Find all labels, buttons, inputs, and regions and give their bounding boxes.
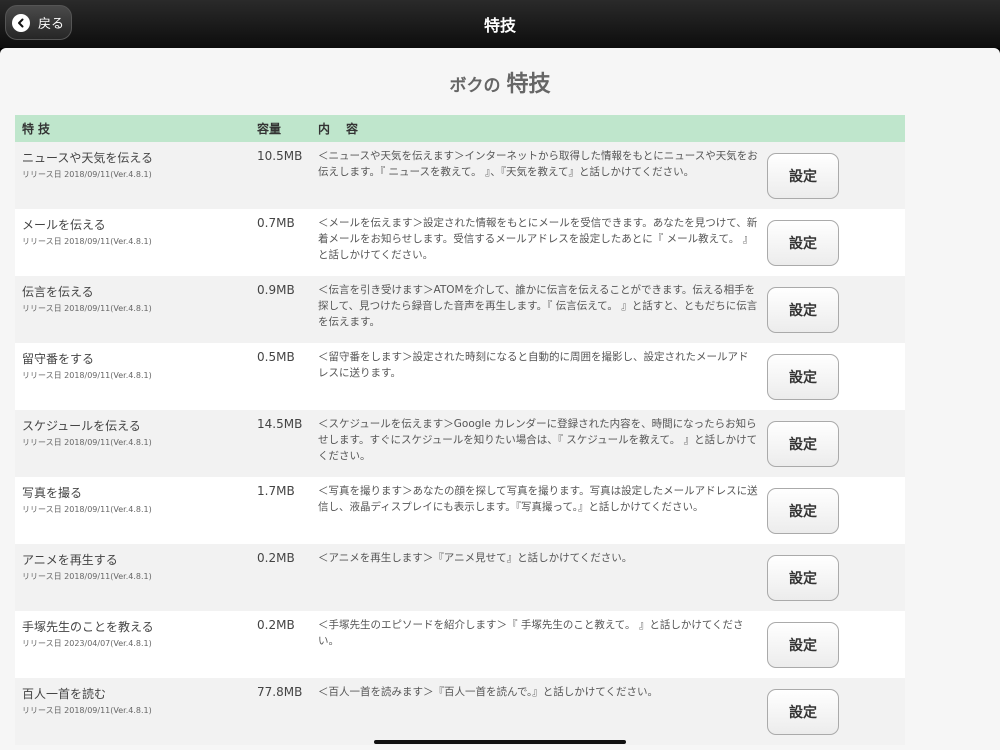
skill-size: 0.5MB xyxy=(257,350,295,364)
skill-description: ＜伝言を引き受けます＞ATOMを介して、誰かに伝言を伝えることができます。伝える… xyxy=(318,284,758,328)
table-header: 特技 容量 内 容 xyxy=(15,115,905,142)
skill-size: 0.2MB xyxy=(257,551,295,565)
skill-size: 77.8MB xyxy=(257,685,303,699)
table-row: ニュースや天気を伝える リリース日 2018/09/11(Ver.4.8.1) … xyxy=(15,142,905,209)
back-button[interactable]: 戻る xyxy=(5,5,72,40)
settings-button[interactable]: 設定 xyxy=(767,220,839,266)
page-title: ボクの 特技 xyxy=(0,66,1000,98)
release-date: リリース日 2018/09/11(Ver.4.8.1) xyxy=(22,572,152,581)
chevron-left-icon xyxy=(12,13,30,32)
settings-button[interactable]: 設定 xyxy=(767,287,839,333)
table-row: メールを伝える リリース日 2018/09/11(Ver.4.8.1) 0.7M… xyxy=(15,209,905,276)
skill-size: 1.7MB xyxy=(257,484,295,498)
skill-size: 10.5MB xyxy=(257,149,303,163)
back-button-label: 戻る xyxy=(38,17,65,32)
skill-description: ＜写真を撮ります＞あなたの顔を探して写真を撮ります。写真は設定したメールアドレス… xyxy=(318,485,758,513)
settings-button[interactable]: 設定 xyxy=(767,354,839,400)
skill-description: ＜百人一首を読みます＞『百人一首を読んで。』と話しかけてください。 xyxy=(318,686,658,698)
settings-button[interactable]: 設定 xyxy=(767,622,839,668)
release-date: リリース日 2018/09/11(Ver.4.8.1) xyxy=(22,371,152,380)
skill-name: アニメを再生する xyxy=(22,553,118,567)
release-date: リリース日 2018/09/11(Ver.4.8.1) xyxy=(22,170,152,179)
skill-size: 0.2MB xyxy=(257,618,295,632)
page-title-prefix: ボクの xyxy=(449,76,501,96)
release-date: リリース日 2018/09/11(Ver.4.8.1) xyxy=(22,304,152,313)
skill-description: ＜スケジュールを伝えます＞Google カレンダーに登録された内容を、時間になっ… xyxy=(318,418,758,462)
skill-name: ニュースや天気を伝える xyxy=(22,151,154,165)
skill-description: ＜留守番をします＞設定された時刻になると自動的に周囲を撮影し、設定されたメールア… xyxy=(318,351,749,379)
column-header-skill: 特技 xyxy=(22,122,55,136)
settings-button[interactable]: 設定 xyxy=(767,555,839,601)
table-row: 写真を撮る リリース日 2018/09/11(Ver.4.8.1) 1.7MB … xyxy=(15,477,905,544)
skill-size: 0.9MB xyxy=(257,283,295,297)
table-row: 百人一首を読む リリース日 2018/09/11(Ver.4.8.1) 77.8… xyxy=(15,678,905,745)
settings-button[interactable]: 設定 xyxy=(767,689,839,735)
table-row: アニメを再生する リリース日 2018/09/11(Ver.4.8.1) 0.2… xyxy=(15,544,905,611)
column-header-size: 容量 xyxy=(257,122,282,136)
table-row: 留守番をする リリース日 2018/09/11(Ver.4.8.1) 0.5MB… xyxy=(15,343,905,410)
skill-description: ＜アニメを再生します＞『アニメ見せて』と話しかけてください。 xyxy=(318,552,633,564)
table-row: スケジュールを伝える リリース日 2018/09/11(Ver.4.8.1) 1… xyxy=(15,410,905,477)
skill-name: 百人一首を読む xyxy=(22,687,107,701)
skill-name: 留守番をする xyxy=(22,352,95,366)
release-date: リリース日 2023/04/07(Ver.4.8.1) xyxy=(22,639,152,648)
content-panel: ボクの 特技 特技 容量 内 容 ニュースや天気を伝える リリース日 2018/0… xyxy=(0,48,1000,750)
home-indicator[interactable] xyxy=(374,740,626,744)
skill-name: メールを伝える xyxy=(22,218,106,232)
skill-description: ＜手塚先生のエピソードを紹介します＞『 手塚先生のこと教えて。 』と話しかけてく… xyxy=(318,619,744,647)
release-date: リリース日 2018/09/11(Ver.4.8.1) xyxy=(22,505,152,514)
nav-title: 特技 xyxy=(483,16,516,35)
settings-button[interactable]: 設定 xyxy=(767,421,839,467)
skill-size: 14.5MB xyxy=(257,417,303,431)
settings-button[interactable]: 設定 xyxy=(767,488,839,534)
table-row: 伝言を伝える リリース日 2018/09/11(Ver.4.8.1) 0.9MB… xyxy=(15,276,905,343)
column-header-content: 内 容 xyxy=(318,122,361,136)
page-title-main: 特技 xyxy=(506,72,551,97)
settings-button[interactable]: 設定 xyxy=(767,153,839,199)
release-date: リリース日 2018/09/11(Ver.4.8.1) xyxy=(22,438,152,447)
nav-bar: 戻る 特技 xyxy=(0,0,1000,48)
skill-name: スケジュールを伝える xyxy=(22,419,141,433)
skill-name: 伝言を伝える xyxy=(22,285,94,299)
release-date: リリース日 2018/09/11(Ver.4.8.1) xyxy=(22,237,152,246)
skill-list: ニュースや天気を伝える リリース日 2018/09/11(Ver.4.8.1) … xyxy=(15,142,905,745)
skill-size: 0.7MB xyxy=(257,216,295,230)
skill-name: 手塚先生のことを教える xyxy=(22,620,154,634)
skill-description: ＜メールを伝えます＞設定された情報をもとにメールを受信できます。あなたを見つけて… xyxy=(318,217,758,261)
skill-name: 写真を撮る xyxy=(22,486,83,500)
release-date: リリース日 2018/09/11(Ver.4.8.1) xyxy=(22,706,152,715)
table-row: 手塚先生のことを教える リリース日 2023/04/07(Ver.4.8.1) … xyxy=(15,611,905,678)
skill-description: ＜ニュースや天気を伝えます＞インターネットから取得した情報をもとにニュースや天気… xyxy=(318,150,758,178)
